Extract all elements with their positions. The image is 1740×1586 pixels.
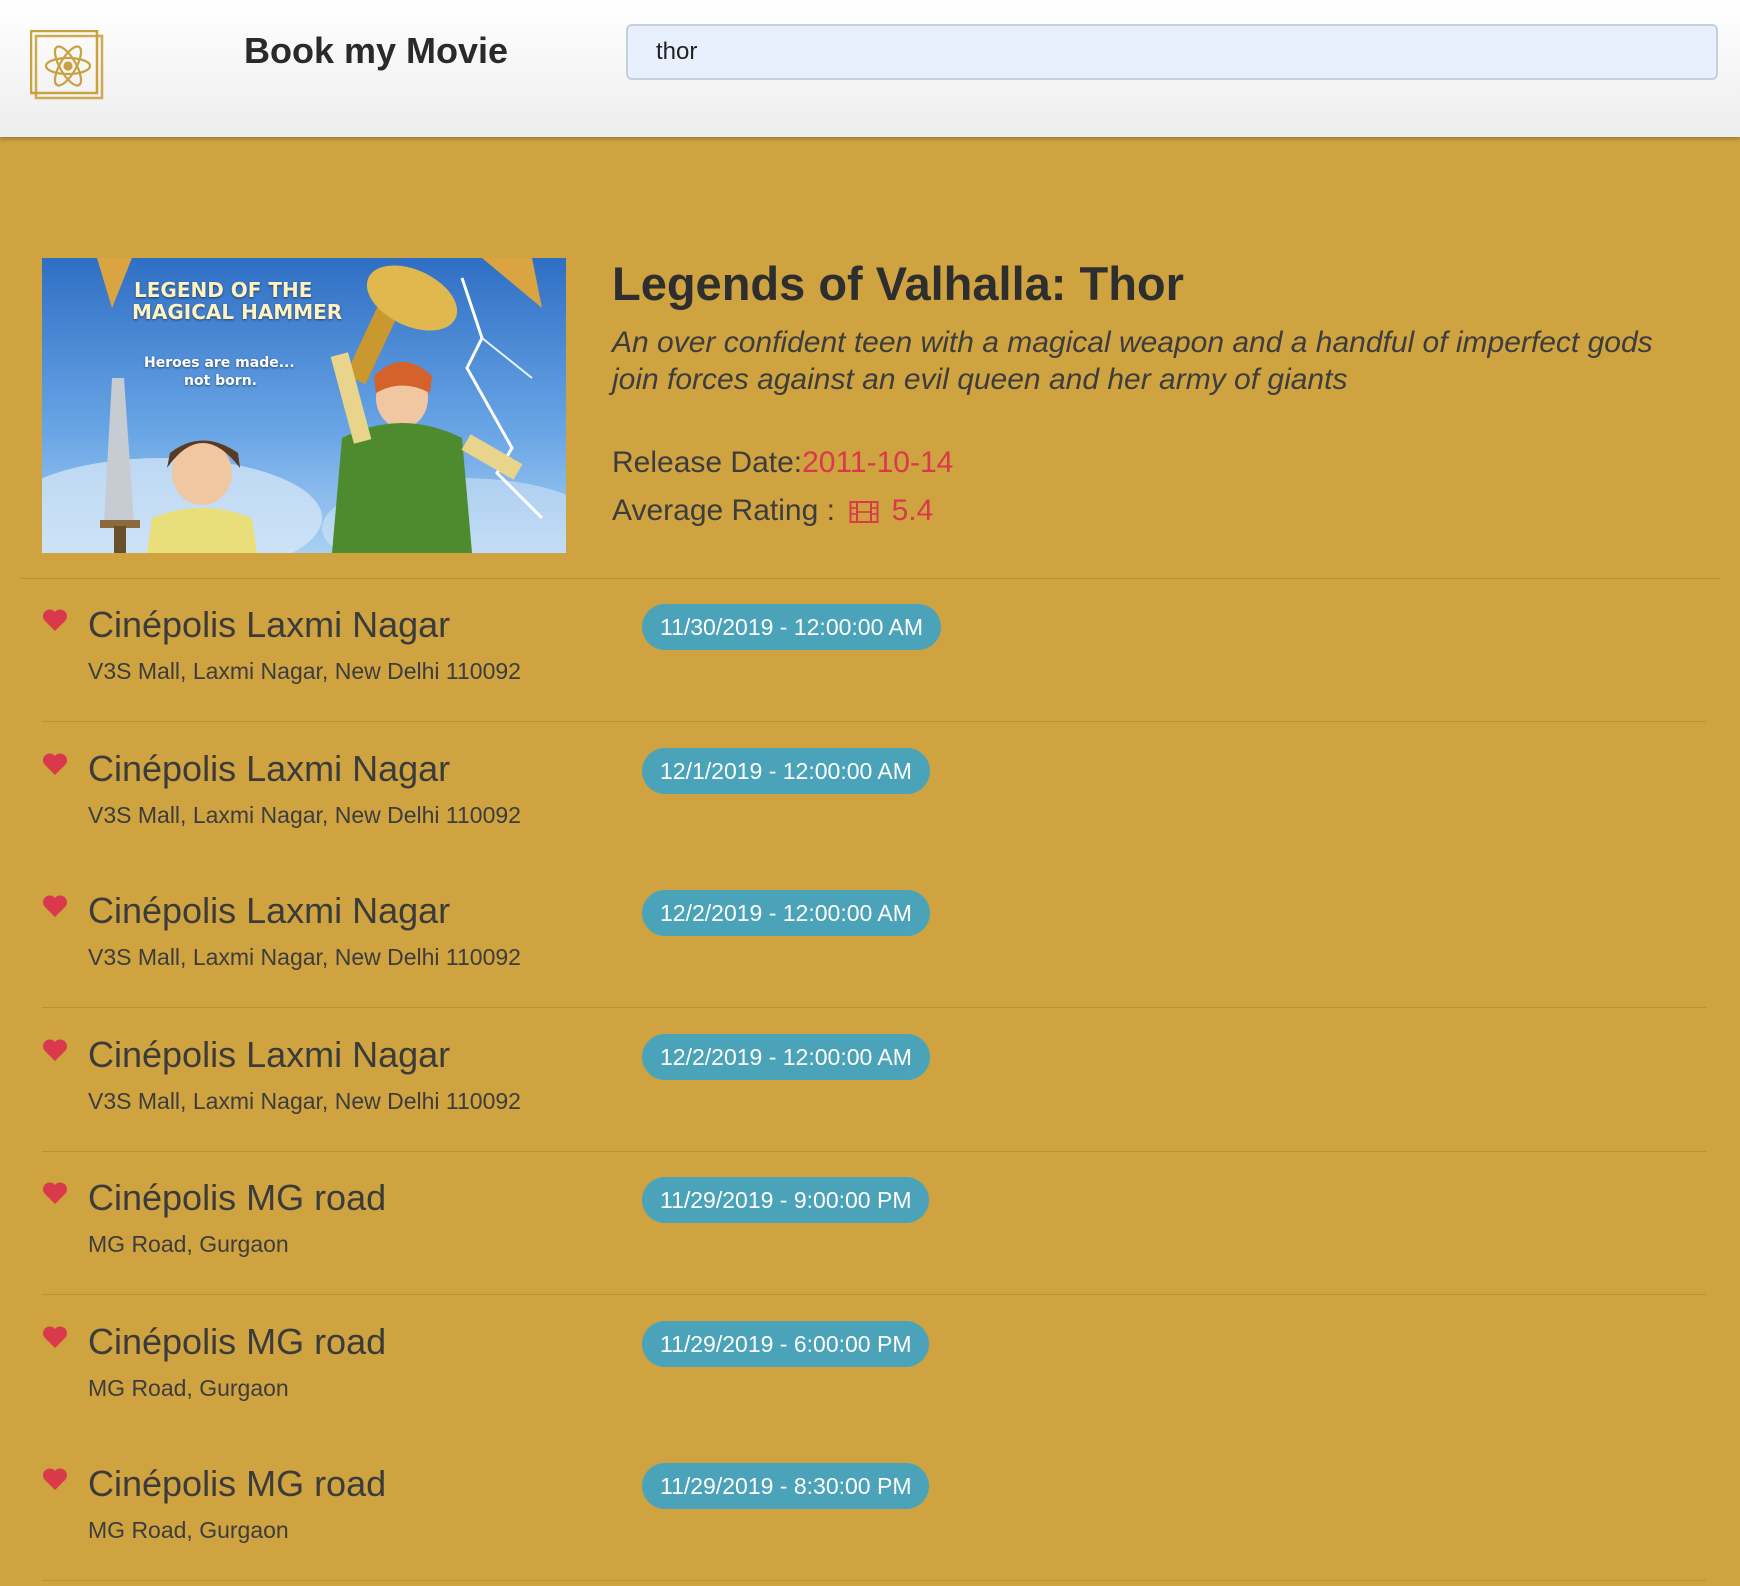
heart-icon[interactable] <box>42 894 68 918</box>
average-rating-row: Average Rating : 5.4 <box>612 494 933 528</box>
heart-icon[interactable] <box>42 1467 68 1491</box>
theatre-name: Cinépolis MG road <box>88 1463 387 1504</box>
theatre-name: Cinépolis MG road <box>88 1177 387 1218</box>
showtime-button[interactable]: 12/2/2019 - 12:00:00 AM <box>642 1034 930 1080</box>
theatre-name: Cinépolis Laxmi Nagar <box>88 604 451 645</box>
release-date-label: Release Date: <box>612 446 803 479</box>
theatre-address: MG Road, Gurgaon <box>88 1231 289 1257</box>
theatre-address: V3S Mall, Laxmi Nagar, New Delhi 110092 <box>88 802 521 828</box>
heart-icon[interactable] <box>42 1325 68 1349</box>
showtime-button[interactable]: 12/2/2019 - 12:00:00 AM <box>642 890 930 936</box>
top-navbar: Book my Movie <box>0 0 1740 137</box>
list-item: Cinépolis Laxmi Nagar V3S Mall, Laxmi Na… <box>42 578 1706 722</box>
atom-logo-icon[interactable] <box>30 30 104 100</box>
showtime-button[interactable]: 11/29/2019 - 8:30:00 PM <box>642 1463 930 1509</box>
movie-poster: LEGEND OF THE MAGICAL HAMMER Heroes are … <box>42 258 566 553</box>
showtime-button[interactable]: 11/30/2019 - 12:00:00 AM <box>642 604 941 650</box>
list-item: Cinépolis Laxmi Nagar V3S Mall, Laxmi Na… <box>42 1008 1706 1152</box>
theatre-address: MG Road, Gurgaon <box>88 1375 289 1401</box>
release-date-value: 2011-10-14 <box>802 446 954 479</box>
list-item: Cinépolis MG road MG Road, Gurgaon 11/29… <box>42 1151 1706 1295</box>
theatre-address: V3S Mall, Laxmi Nagar, New Delhi 110092 <box>88 944 521 970</box>
list-item: Cinépolis Laxmi Nagar V3S Mall, Laxmi Na… <box>42 722 1706 866</box>
poster-tagline-line1: Heroes are made... <box>144 355 295 371</box>
heart-icon[interactable] <box>42 752 68 776</box>
showtime-button[interactable]: 11/29/2019 - 6:00:00 PM <box>642 1321 930 1367</box>
heart-icon[interactable] <box>42 1038 68 1062</box>
poster-title-line2: MAGICAL HAMMER <box>132 300 343 324</box>
movie-title: Legends of Valhalla: Thor <box>612 257 1184 310</box>
theatre-name: Cinépolis Laxmi Nagar <box>88 890 451 931</box>
release-date-row: Release Date:2011-10-14 <box>612 446 953 480</box>
list-item: Cinépolis MG road MG Road, Gurgaon 11/29… <box>42 1295 1706 1439</box>
theatre-name: Cinépolis Laxmi Nagar <box>88 748 451 789</box>
list-item: Cinépolis Laxmi Nagar V3S Mall, Laxmi Na… <box>42 864 1706 1008</box>
theatre-address: MG Road, Gurgaon <box>88 1517 289 1543</box>
list-item: Cinépolis MG road MG Road, Gurgaon 11/29… <box>42 1437 1706 1581</box>
theatre-address: V3S Mall, Laxmi Nagar, New Delhi 110092 <box>88 1088 521 1114</box>
heart-icon[interactable] <box>42 1181 68 1205</box>
theatre-name: Cinépolis Laxmi Nagar <box>88 1034 451 1075</box>
showtime-button[interactable]: 12/1/2019 - 12:00:00 AM <box>642 748 930 794</box>
heart-icon[interactable] <box>42 608 68 632</box>
app-brand-title[interactable]: Book my Movie <box>244 30 508 72</box>
average-rating-value: 5.4 <box>891 494 934 527</box>
showtime-button[interactable]: 11/29/2019 - 9:00:00 PM <box>642 1177 930 1223</box>
theatre-name: Cinépolis MG road <box>88 1321 387 1362</box>
search-input[interactable] <box>626 24 1718 80</box>
film-icon <box>849 501 879 523</box>
poster-title-line1: LEGEND OF THE <box>134 278 313 302</box>
poster-tagline-line2: not born. <box>184 373 257 389</box>
movie-description: An over confident teen with a magical we… <box>612 326 1653 396</box>
theatre-address: V3S Mall, Laxmi Nagar, New Delhi 110092 <box>88 658 521 684</box>
row-divider <box>42 1580 1706 1581</box>
average-rating-label: Average Rating : <box>612 494 835 527</box>
